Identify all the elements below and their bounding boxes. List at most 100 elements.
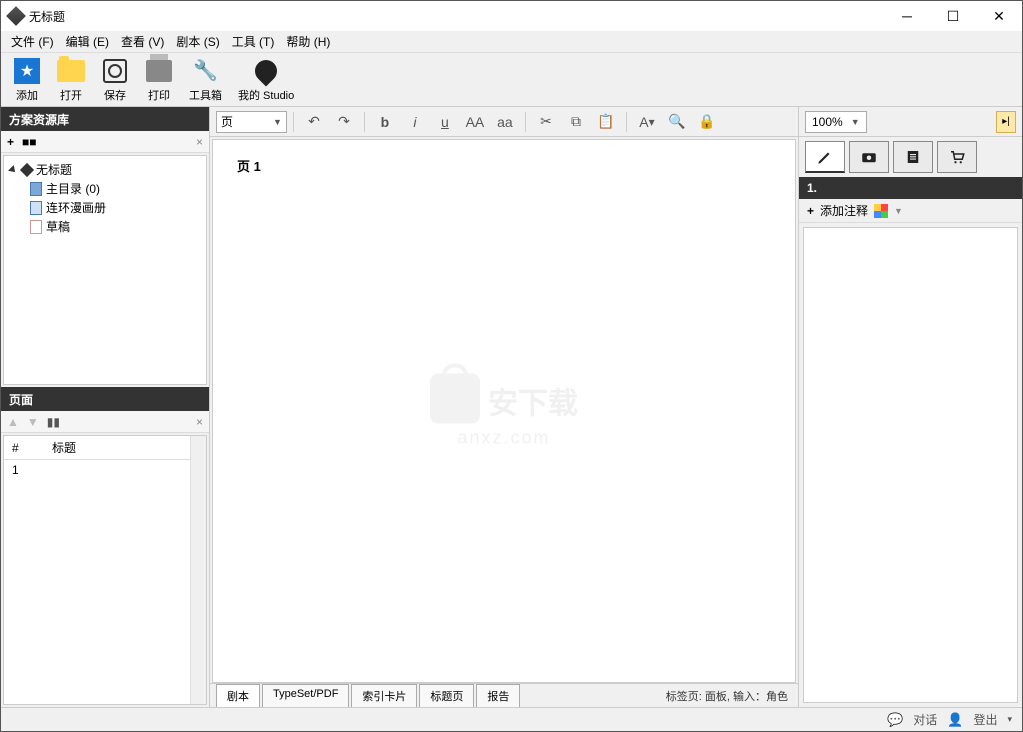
close-panel-button[interactable]: × (196, 135, 203, 149)
zoom-selector[interactable]: 100% ▼ (805, 111, 867, 133)
underline-button[interactable]: u (431, 110, 459, 134)
minimize-button[interactable]: ─ (884, 1, 930, 31)
resources-panel-header: 方案资源库 (1, 107, 209, 131)
watermark: 安下载 anxz.com (430, 374, 578, 449)
close-button[interactable]: ✕ (976, 1, 1022, 31)
cut-button[interactable]: ✂ (532, 110, 560, 134)
tab-script[interactable]: 剧本 (216, 684, 260, 707)
statusbar: 💬 对话 👤 登出 ▾ (1, 707, 1022, 731)
folder-icon (57, 60, 85, 82)
logout-label[interactable]: 登出 (973, 711, 997, 728)
lock-button[interactable]: 🔒 (693, 110, 721, 134)
col-num[interactable]: # (4, 436, 44, 460)
tab-camera[interactable] (849, 141, 889, 173)
right-sidebar: 100% ▼ ▸| 1. + 添加注释 ▼ (798, 107, 1022, 707)
bold-button[interactable]: b (371, 110, 399, 134)
project-icon (20, 162, 34, 176)
tree-draft[interactable]: 草稿 (8, 217, 202, 236)
color-picker-icon[interactable] (874, 204, 888, 218)
maximize-button[interactable]: ☐ (930, 1, 976, 31)
tab-notes[interactable] (893, 141, 933, 173)
logout-arrow[interactable]: ▾ (1007, 714, 1012, 725)
pages-table[interactable]: # 标题 1 (3, 435, 207, 705)
menu-help[interactable]: 帮助 (H) (280, 31, 336, 52)
note-panel-header: 1. (799, 177, 1022, 199)
titlebar: 无标题 ─ ☐ ✕ (1, 1, 1022, 31)
scrollbar[interactable] (190, 436, 206, 704)
up-button[interactable]: ▲ (7, 415, 19, 429)
col-title[interactable]: 标题 (44, 436, 206, 460)
menu-view[interactable]: 查看 (V) (115, 31, 170, 52)
chat-icon[interactable]: 💬 (887, 712, 903, 728)
add-note-plus[interactable]: + (807, 204, 814, 218)
tab-typeset[interactable]: TypeSet/PDF (262, 684, 349, 707)
document-icon (30, 201, 42, 215)
italic-button[interactable]: i (401, 110, 429, 134)
tab-cart[interactable] (937, 141, 977, 173)
tab-index[interactable]: 索引卡片 (351, 684, 417, 707)
folder-icon[interactable]: ■■ (22, 135, 37, 149)
add-button[interactable]: ★ 添加 (9, 55, 45, 105)
chat-label[interactable]: 对话 (913, 711, 937, 728)
print-button[interactable]: 打印 (141, 55, 177, 105)
save-icon (103, 59, 127, 83)
menu-file[interactable]: 文件 (F) (5, 31, 60, 52)
note-dropdown[interactable]: ▼ (894, 206, 903, 216)
cart-icon (948, 148, 966, 166)
note-icon (904, 148, 922, 166)
element-selector[interactable]: 页 ▼ (216, 111, 287, 133)
tab-report[interactable]: 报告 (476, 684, 520, 707)
resource-tree[interactable]: 无标题 主目录 (0) 连环漫画册 草稿 (3, 155, 207, 385)
note-content[interactable] (803, 227, 1018, 703)
document-icon (30, 182, 42, 196)
close-pages-button[interactable]: × (196, 415, 203, 429)
bottom-tabs: 剧本 TypeSet/PDF 索引卡片 标题页 报告 标签页: 面板, 输入：角… (210, 683, 798, 707)
undo-button[interactable]: ↶ (300, 110, 328, 134)
expand-icon[interactable] (8, 165, 18, 175)
table-row[interactable]: 1 (4, 460, 206, 481)
tab-info: 标签页: 面板, 输入：角色 (656, 684, 798, 707)
menu-tools[interactable]: 工具 (T) (226, 31, 281, 52)
paste-button[interactable]: 📋 (592, 110, 620, 134)
print-icon (146, 60, 172, 82)
font-button[interactable]: A▾ (633, 110, 661, 134)
add-note-label[interactable]: 添加注释 (820, 202, 868, 219)
save-button[interactable]: 保存 (97, 55, 133, 105)
toolbox-button[interactable]: 🔧 工具箱 (185, 55, 226, 105)
tree-comic[interactable]: 连环漫画册 (8, 198, 202, 217)
menu-edit[interactable]: 编辑 (E) (60, 31, 115, 52)
menubar: 文件 (F) 编辑 (E) 查看 (V) 剧本 (S) 工具 (T) 帮助 (H… (1, 31, 1022, 53)
down-button[interactable]: ▼ (27, 415, 39, 429)
open-button[interactable]: 打开 (53, 55, 89, 105)
copy-button[interactable]: ⧉ (562, 110, 590, 134)
studio-icon (251, 55, 282, 86)
camera-icon (860, 148, 878, 166)
resources-toolbar: + ■■ × (1, 131, 209, 153)
studio-button[interactable]: 我的 Studio (234, 55, 298, 105)
draft-icon (30, 220, 42, 234)
search-button[interactable]: 🔍 (663, 110, 691, 134)
tab-pen[interactable] (805, 141, 845, 173)
star-icon: ★ (14, 58, 40, 84)
pages-panel-header: 页面 (1, 387, 209, 411)
wrench-icon: 🔧 (195, 60, 217, 82)
add-resource-button[interactable]: + (7, 135, 14, 149)
pages-icon[interactable]: ▮▮ (47, 415, 60, 429)
lowercase-button[interactable]: aa (491, 110, 519, 134)
main-toolbar: ★ 添加 打开 保存 打印 🔧 工具箱 我的 Studio (1, 53, 1022, 107)
user-icon[interactable]: 👤 (947, 712, 963, 728)
chevron-down-icon: ▼ (851, 117, 860, 127)
script-editor[interactable]: 页 1 安下载 anxz.com (212, 139, 796, 683)
tab-titlepage[interactable]: 标题页 (419, 684, 474, 707)
pen-icon (816, 148, 834, 166)
tree-root[interactable]: 无标题 (8, 160, 202, 179)
side-tabs (799, 137, 1022, 177)
tree-main-dir[interactable]: 主目录 (0) (8, 179, 202, 198)
uppercase-button[interactable]: AA (461, 110, 489, 134)
format-toolbar: 页 ▼ ↶ ↷ b i u AA aa ✂ ⧉ 📋 A▾ 🔍 🔒 (210, 107, 798, 137)
collapse-sidebar-button[interactable]: ▸| (996, 111, 1016, 133)
editor-area: 页 ▼ ↶ ↷ b i u AA aa ✂ ⧉ 📋 A▾ 🔍 🔒 页 1 (210, 107, 798, 707)
menu-script[interactable]: 剧本 (S) (170, 31, 225, 52)
window-title: 无标题 (29, 8, 884, 25)
redo-button[interactable]: ↷ (330, 110, 358, 134)
